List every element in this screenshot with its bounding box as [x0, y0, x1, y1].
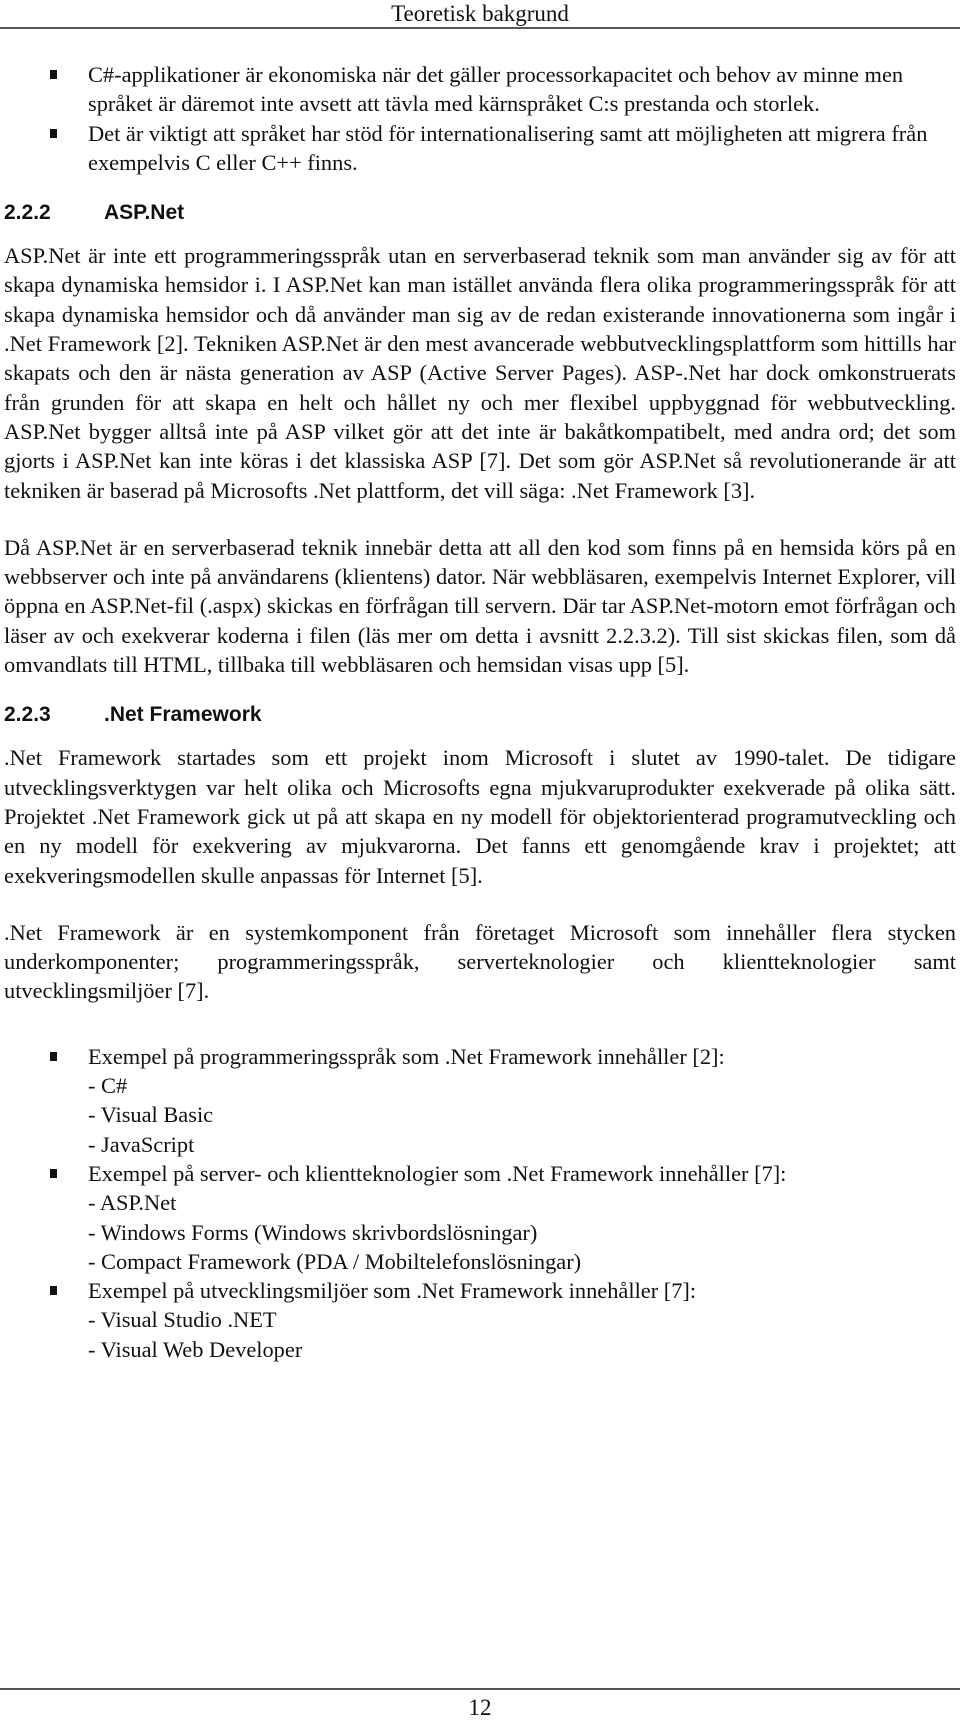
bullet-label: Exempel på programmeringsspråk som .Net …	[88, 1043, 725, 1069]
sub-item: - Windows Forms (Windows skrivbordslösni…	[88, 1219, 538, 1245]
section-title: .Net Framework	[104, 703, 262, 727]
section-number: 2.2.3	[4, 703, 51, 727]
sub-item: - C#	[88, 1073, 128, 1099]
paragraph: Då ASP.Net är en serverbaserad teknik in…	[4, 534, 956, 678]
page-number: 12	[468, 1695, 492, 1720]
section-heading-2-2-2: 2.2.2 ASP.Net	[4, 199, 956, 227]
sub-item: - Visual Web Developer	[88, 1336, 303, 1362]
bullet-item: Exempel på utvecklingsmiljöer som .Net F…	[4, 1276, 956, 1364]
bullet-label: Exempel på utvecklingsmiljöer som .Net F…	[88, 1278, 697, 1304]
framework-bullet-list: Exempel på programmeringsspråk som .Net …	[4, 1042, 956, 1364]
square-bullet-icon	[50, 128, 57, 138]
section-title: ASP.Net	[104, 201, 185, 225]
bullet-item: Det är viktigt att språket har stöd för …	[4, 119, 956, 178]
bullet-item: Exempel på server- och klientteknologier…	[4, 1159, 956, 1276]
document-page: Teoretisk bakgrund C#-applikationer är e…	[0, 0, 960, 1723]
section-heading-2-2-3: 2.2.3 .Net Framework	[4, 701, 956, 729]
sub-item: - Visual Studio .NET	[88, 1307, 277, 1333]
square-bullet-icon	[50, 70, 57, 79]
paragraph: .Net Framework startades som ett projekt…	[4, 745, 956, 888]
bullet-item: Exempel på programmeringsspråk som .Net …	[4, 1042, 956, 1159]
sub-item: - Visual Basic	[88, 1102, 214, 1128]
intro-bullet-list: C#-applikationer är ekonomiska när det g…	[4, 60, 956, 177]
running-header: Teoretisk bakgrund	[391, 1, 569, 26]
footer-rule	[0, 1688, 960, 1690]
bullet-item: C#-applikationer är ekonomiska när det g…	[4, 60, 956, 119]
sub-item: - Compact Framework (PDA / Mobiltelefons…	[88, 1248, 582, 1274]
page-content: C#-applikationer är ekonomiska när det g…	[4, 60, 956, 1364]
square-bullet-icon	[50, 1168, 57, 1178]
paragraph: ASP.Net är inte ett programmeringsspråk …	[4, 243, 956, 503]
bullet-text: Det är viktigt att språket har stöd för …	[88, 120, 928, 175]
section-number: 2.2.2	[4, 201, 51, 225]
square-bullet-icon	[50, 1286, 57, 1296]
header-rule	[0, 27, 960, 29]
sub-item: - ASP.Net	[88, 1190, 177, 1216]
square-bullet-icon	[50, 1051, 57, 1061]
bullet-label: Exempel på server- och klientteknologier…	[88, 1160, 787, 1186]
paragraph: .Net Framework är en systemkomponent frå…	[4, 919, 956, 1004]
sub-item: - JavaScript	[88, 1131, 195, 1157]
bullet-text: C#-applikationer är ekonomiska när det g…	[88, 62, 904, 117]
